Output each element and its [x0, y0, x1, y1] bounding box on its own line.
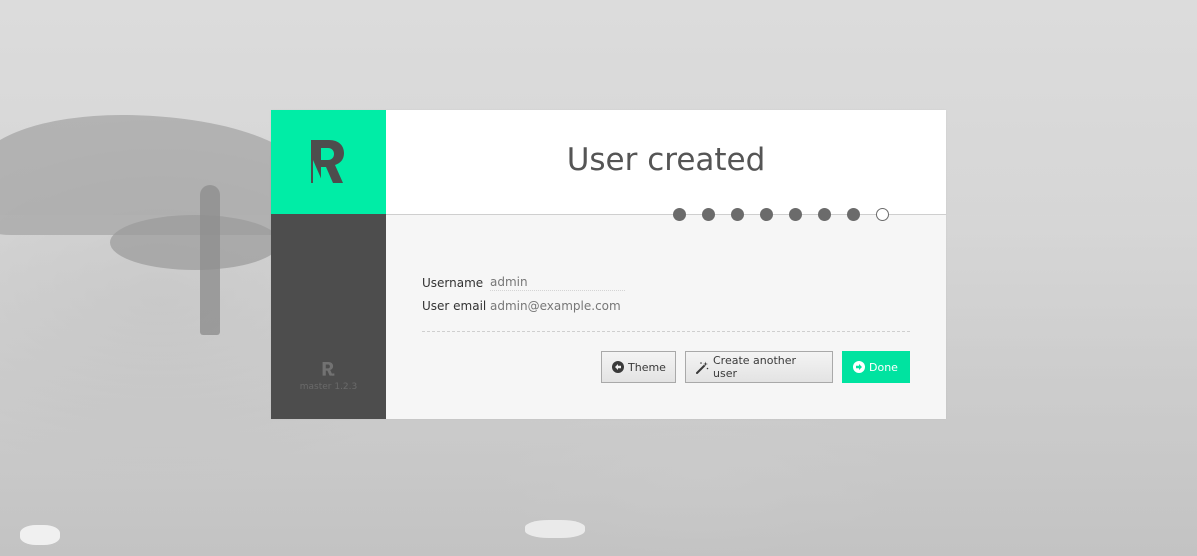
user-summary: Username admin User email admin@example.…	[422, 271, 625, 317]
background-person	[200, 185, 220, 335]
logo-panel	[271, 110, 386, 214]
step-indicator-current	[876, 208, 889, 221]
dialog-sidebar: master 1.2.3	[271, 110, 386, 419]
username-label: Username	[422, 275, 484, 290]
mini-logo-icon	[322, 362, 335, 376]
step-indicator	[760, 208, 773, 221]
magic-wand-icon	[696, 361, 709, 374]
background-foam	[525, 520, 585, 538]
email-label: User email	[422, 298, 487, 313]
dialog-header: User created	[386, 110, 946, 221]
page-title: User created	[566, 142, 766, 178]
step-indicator	[818, 208, 831, 221]
step-indicator	[789, 208, 802, 221]
create-another-user-label: Create another user	[713, 354, 797, 380]
step-indicator	[702, 208, 715, 221]
create-another-user-button[interactable]: Create another user	[685, 351, 833, 383]
step-indicator	[673, 208, 686, 221]
wizard-steps	[673, 208, 889, 221]
email-value: admin@example.com	[490, 298, 621, 313]
done-button[interactable]: Done	[842, 351, 910, 383]
username-value: admin	[490, 275, 625, 291]
background-rock	[0, 115, 310, 235]
divider	[422, 331, 910, 332]
arrow-left-circle-icon	[612, 361, 624, 373]
username-row: Username admin	[422, 271, 625, 294]
done-button-label: Done	[869, 360, 898, 374]
version-label: master 1.2.3	[299, 382, 358, 392]
step-indicator	[847, 208, 860, 221]
setup-dialog: master 1.2.3 User created Username admin…	[271, 110, 946, 419]
theme-button[interactable]: Theme	[601, 351, 676, 383]
background-foam	[20, 525, 60, 545]
step-indicator	[731, 208, 744, 221]
theme-button-label: Theme	[628, 360, 666, 374]
brand-logo-icon	[311, 140, 344, 183]
email-row: User email admin@example.com	[422, 294, 625, 317]
arrow-right-circle-icon	[853, 361, 865, 373]
background-surfboard	[110, 215, 280, 270]
